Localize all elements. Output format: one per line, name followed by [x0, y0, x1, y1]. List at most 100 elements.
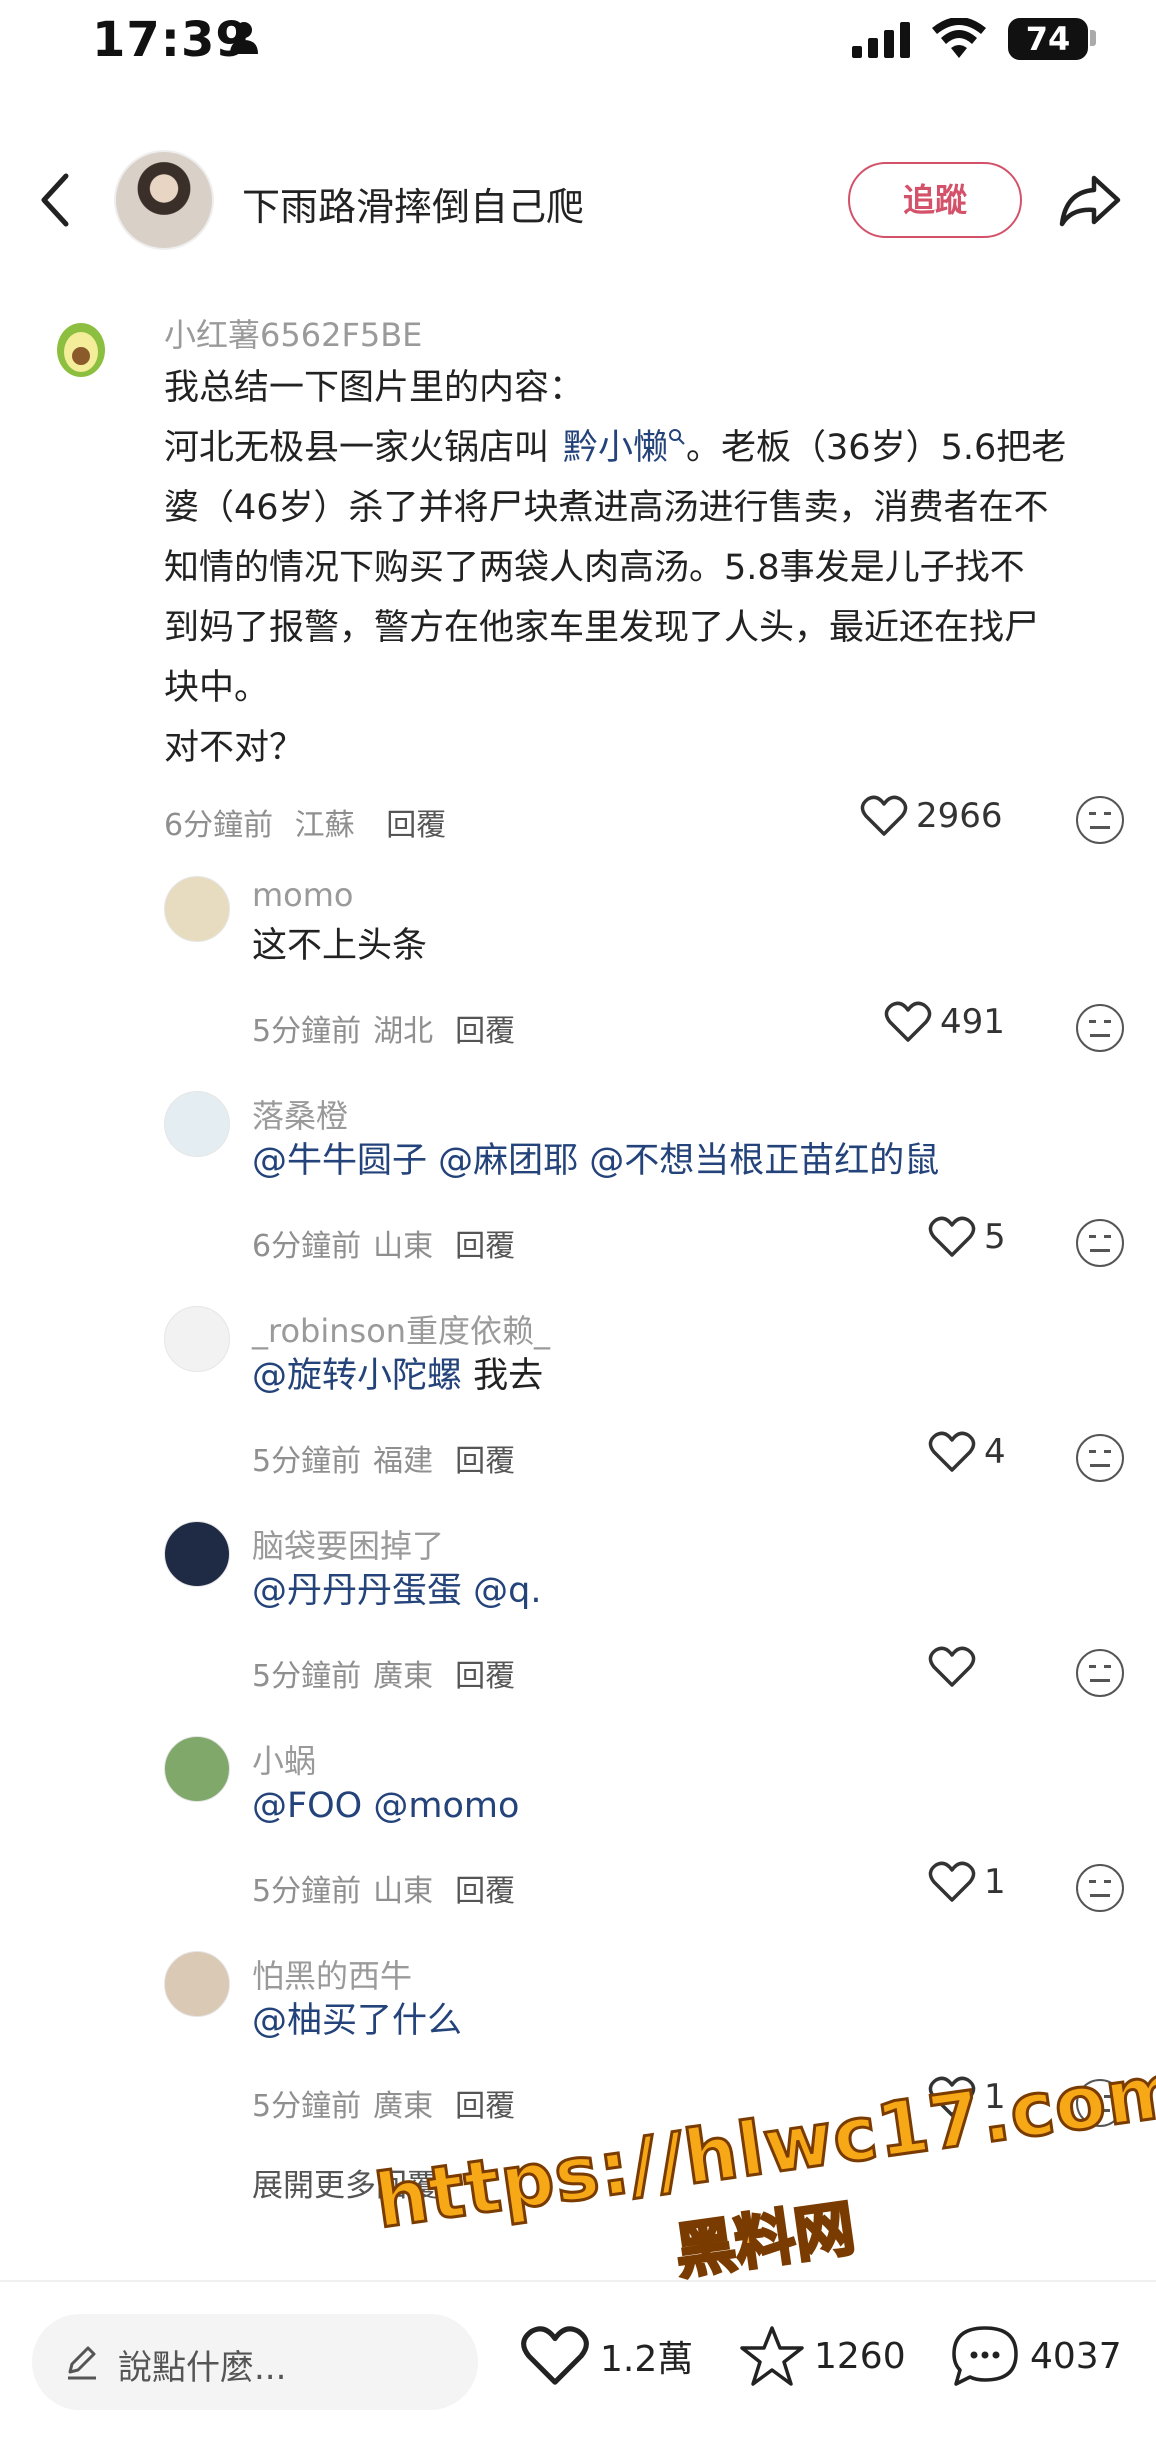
reply-text: @牛牛圆子 @麻团耶 @不想当根正苗红的鼠 [252, 1131, 1112, 1191]
mention-link[interactable]: @FOO @momo [252, 1786, 519, 1826]
like-count: 1 [984, 1862, 1006, 1902]
heart-icon [860, 795, 908, 836]
reply-time: 6分鐘前 [252, 1229, 362, 1264]
comment-input[interactable]: 說點什麼... [32, 2314, 478, 2410]
mention-link[interactable]: @旋转小陀螺 [252, 1356, 462, 1396]
reply-time: 5分鐘前 [252, 1874, 362, 1909]
heart-icon [928, 1861, 976, 1902]
reply-meta: 5分鐘前 山東 回覆 [252, 1866, 515, 1910]
reply-button[interactable]: 回覆 [455, 1659, 515, 1694]
chevron-left-icon [41, 173, 69, 227]
wifi-icon [932, 17, 986, 62]
like-count: 491 [940, 1002, 1005, 1042]
emoji-reaction-icon[interactable] [1076, 1864, 1124, 1912]
reply-avatar[interactable] [164, 1521, 230, 1587]
comment-body: 我总结一下图片里的内容： 河北无极县一家火锅店叫 黔小懒 。老板（36岁）5.6把老… [164, 358, 1134, 778]
emoji-reaction-icon[interactable] [1076, 1649, 1124, 1697]
back-button[interactable] [36, 170, 76, 230]
post-comment-count: 4037 [1030, 2335, 1122, 2377]
reply-location: 山東 [373, 1229, 434, 1264]
reply-location: 山東 [373, 1874, 434, 1909]
mention-link[interactable]: @牛牛圆子 @麻团耶 @不想当根正苗红的鼠 [252, 1141, 939, 1181]
comment-username[interactable]: 小红薯6562F5BE [164, 310, 422, 356]
person-icon [228, 20, 260, 58]
reply-avatar[interactable] [164, 876, 230, 942]
emoji-reaction-icon[interactable] [1076, 1434, 1124, 1482]
like-count: 5 [984, 1217, 1006, 1257]
reply-avatar[interactable] [164, 1736, 230, 1802]
post-like-button[interactable]: 1.2萬 [520, 2324, 693, 2388]
reply-button[interactable]: 回覆 [455, 1229, 515, 1264]
mention-link[interactable]: @丹丹丹蛋蛋 @q. [252, 1571, 541, 1611]
battery-icon: 74 [1008, 18, 1088, 60]
comment-meta: 6分鐘前 江蘇 回覆 [164, 800, 446, 844]
reply-text: @柚买了什么 [252, 1991, 1112, 2051]
reply-location: 廣東 [373, 2089, 434, 2124]
heart-icon [928, 1216, 976, 1257]
store-link[interactable]: 黔小懒 [563, 428, 668, 468]
reply-text: @丹丹丹蛋蛋 @q. [252, 1561, 1112, 1621]
post-like-count: 1.2萬 [600, 2339, 694, 2380]
reply-button[interactable]: 回覆 [455, 2089, 515, 2124]
reply-text-segment: 我去 [462, 1356, 544, 1396]
avocado-icon [57, 323, 105, 377]
reply-text-segment: 这不上头条 [252, 926, 428, 966]
heart-icon [521, 2326, 589, 2385]
share-button[interactable] [1058, 170, 1124, 230]
follow-button[interactable]: 追蹤 [848, 162, 1022, 238]
reply-avatar[interactable] [164, 1951, 230, 2017]
like-button[interactable]: 5 [928, 1215, 1006, 1259]
avocado-avatar[interactable] [54, 316, 108, 378]
reply-time: 5分鐘前 [252, 1014, 362, 1049]
battery-tip [1090, 30, 1096, 46]
mention-link[interactable]: @柚买了什么 [252, 2001, 462, 2041]
like-count: 4 [984, 1432, 1006, 1472]
reply-meta: 5分鐘前 湖北 回覆 [252, 1006, 515, 1050]
signal-icon [852, 22, 912, 62]
reply-text: @旋转小陀螺 我去 [252, 1346, 1112, 1406]
reply-time: 5分鐘前 [252, 1659, 362, 1694]
search-icon [669, 429, 685, 445]
comment-line: 对不对？ [164, 728, 305, 768]
author-avatar[interactable] [114, 150, 214, 250]
comment-bubble-icon [952, 2326, 1018, 2386]
comment-line: 河北无极县一家火锅店叫 黔小懒 。老板（36岁）5.6把老 [164, 418, 1134, 478]
author-name[interactable]: 下雨路滑摔倒自己爬 [242, 176, 584, 231]
post-star-count: 1260 [814, 2335, 906, 2377]
comment-location: 江蘇 [294, 808, 355, 843]
heart-icon [884, 1001, 932, 1042]
reply-text: 这不上头条 [252, 916, 1112, 976]
reply-button[interactable]: 回覆 [455, 1444, 515, 1479]
emoji-reaction-icon[interactable] [1076, 796, 1124, 844]
star-icon [740, 2326, 804, 2386]
reply-username[interactable]: momo [252, 876, 354, 914]
pencil-icon [68, 2346, 96, 2380]
like-button[interactable]: 1 [928, 1860, 1006, 1904]
post-header: 下雨路滑摔倒自己爬 追蹤 [0, 140, 1156, 260]
reply-avatar[interactable] [164, 1091, 230, 1157]
comment-line: 婆（46岁）杀了并将尸块煮进高汤进行售卖，消费者在不 [164, 488, 1049, 528]
post-comment-button[interactable]: 4037 [950, 2324, 1122, 2388]
like-button[interactable]: 2966 [860, 794, 1003, 838]
share-icon [1059, 175, 1121, 227]
like-button[interactable]: 491 [884, 1000, 1005, 1044]
reply-avatar[interactable] [164, 1306, 230, 1372]
like-button[interactable] [928, 1645, 984, 1689]
comment-text: 河北无极县一家火锅店叫 [164, 428, 550, 468]
reply-meta: 5分鐘前 廣東 回覆 [252, 2081, 515, 2125]
status-time: 17:39 [92, 12, 250, 68]
reply-time: 5分鐘前 [252, 2089, 362, 2124]
reply-meta: 5分鐘前 廣東 回覆 [252, 1651, 515, 1695]
emoji-reaction-icon[interactable] [1076, 1219, 1124, 1267]
comment-time: 6分鐘前 [164, 808, 274, 843]
reply-button[interactable]: 回覆 [455, 1874, 515, 1909]
emoji-reaction-icon[interactable] [1076, 1004, 1124, 1052]
heart-icon [928, 1431, 976, 1472]
reply-location: 湖北 [373, 1014, 434, 1049]
reply-button[interactable]: 回覆 [386, 808, 446, 843]
reply-button[interactable]: 回覆 [455, 1014, 515, 1049]
like-button[interactable]: 4 [928, 1430, 1006, 1474]
reply-location: 廣東 [373, 1659, 434, 1694]
reply-text: @FOO @momo [252, 1776, 1112, 1836]
post-star-button[interactable]: 1260 [740, 2324, 906, 2388]
